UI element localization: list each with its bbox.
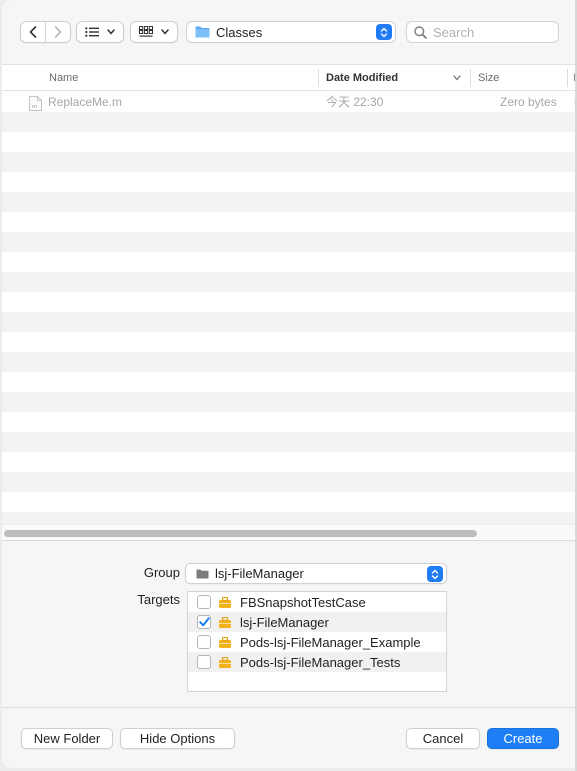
empty-row: [2, 432, 577, 452]
location-popup[interactable]: Classes: [186, 21, 396, 43]
empty-row: [2, 372, 577, 392]
empty-row: [2, 232, 577, 252]
target-icon: [219, 636, 231, 648]
empty-row: [2, 152, 577, 172]
grid-view-button[interactable]: [130, 21, 178, 43]
empty-row: [2, 172, 577, 192]
search-input[interactable]: [433, 24, 543, 40]
file-row[interactable]: m ReplaceMe.m 今天 22:30 Zero bytes C: [2, 92, 577, 112]
group-value: lsj-FileManager: [215, 566, 304, 581]
empty-row: [2, 452, 577, 472]
column-name[interactable]: Name: [49, 65, 78, 91]
target-checkbox[interactable]: [197, 635, 211, 649]
target-name: Pods-lsj-FileManager_Example: [240, 634, 421, 650]
target-name: lsj-FileManager: [240, 614, 329, 630]
target-icon: [219, 616, 231, 628]
column-headers: Name Date Modified Size K: [2, 65, 577, 91]
file-size: Zero bytes: [500, 95, 557, 109]
target-item[interactable]: Pods-lsj-FileManager_Tests: [188, 652, 446, 672]
targets-label: Targets: [137, 592, 180, 607]
empty-row: [2, 272, 577, 292]
group-popup[interactable]: lsj-FileManager: [185, 563, 447, 584]
create-button[interactable]: Create: [487, 728, 559, 749]
empty-row: [2, 412, 577, 432]
svg-text:m: m: [32, 104, 37, 110]
folder-icon: [196, 569, 209, 578]
target-name: Pods-lsj-FileManager_Tests: [240, 654, 401, 670]
chevron-down-icon: [161, 29, 169, 35]
empty-row: [2, 212, 577, 232]
column-size[interactable]: Size: [478, 65, 499, 91]
file-date: 今天 22:30: [326, 95, 384, 109]
column-divider: [567, 69, 568, 87]
chevron-right-icon: [54, 26, 62, 38]
empty-row: [2, 312, 577, 332]
list-view-button[interactable]: [76, 21, 124, 43]
column-date-modified[interactable]: Date Modified: [326, 65, 398, 91]
target-item[interactable]: FBSnapshotTestCase: [188, 592, 446, 612]
empty-row: [2, 192, 577, 212]
targets-list: FBSnapshotTestCase lsj-FileManager Pods-…: [187, 591, 447, 692]
empty-row: [2, 292, 577, 312]
location-label: Classes: [216, 24, 263, 40]
empty-row: [2, 472, 577, 492]
folder-icon: [195, 26, 210, 38]
target-checkbox-checked[interactable]: [197, 615, 211, 629]
chevron-down-icon: [107, 29, 115, 35]
cancel-button[interactable]: Cancel: [406, 728, 480, 749]
checkmark-icon: [198, 617, 210, 627]
target-item[interactable]: lsj-FileManager: [188, 612, 446, 632]
column-divider: [470, 69, 471, 87]
target-icon: [219, 596, 231, 608]
search-field[interactable]: [406, 21, 559, 43]
target-name: FBSnapshotTestCase: [240, 594, 366, 610]
empty-row: [2, 392, 577, 412]
toolbar: Classes: [2, 0, 577, 64]
back-button[interactable]: [21, 22, 45, 42]
objc-file-icon: m: [29, 96, 42, 111]
grid-icon: [139, 26, 153, 37]
options-panel: Group lsj-FileManager Targets FBSnapshot…: [2, 540, 577, 707]
list-icon: [85, 27, 99, 37]
chevron-left-icon: [29, 26, 37, 38]
target-checkbox[interactable]: [197, 655, 211, 669]
search-icon: [414, 25, 427, 39]
hide-options-button[interactable]: Hide Options: [120, 728, 235, 749]
column-divider: [318, 69, 319, 87]
scrollbar-thumb[interactable]: [4, 530, 477, 537]
empty-row: [2, 132, 577, 152]
navigation-buttons: [20, 21, 71, 43]
empty-row: [2, 332, 577, 352]
group-label: Group: [143, 565, 180, 580]
new-folder-button[interactable]: New Folder: [21, 728, 113, 749]
empty-row: [2, 112, 577, 132]
file-name: ReplaceMe.m: [48, 95, 123, 109]
file-list: m ReplaceMe.m 今天 22:30 Zero bytes C: [2, 92, 577, 532]
target-item[interactable]: Pods-lsj-FileManager_Example: [188, 632, 446, 652]
empty-row: [2, 492, 577, 512]
forward-button[interactable]: [46, 22, 70, 42]
empty-row: [2, 252, 577, 272]
popup-stepper-icon: [427, 566, 443, 582]
sort-chevron-icon: [453, 75, 461, 81]
empty-row: [2, 352, 577, 372]
save-dialog: Classes Name Date Modified Size K: [2, 0, 577, 768]
bottom-bar: New Folder Hide Options Cancel Create: [2, 707, 577, 768]
target-icon: [219, 656, 231, 668]
popup-stepper-icon: [376, 24, 392, 40]
file-browser: Name Date Modified Size K m ReplaceMe.m …: [2, 64, 577, 540]
target-checkbox[interactable]: [197, 595, 211, 609]
